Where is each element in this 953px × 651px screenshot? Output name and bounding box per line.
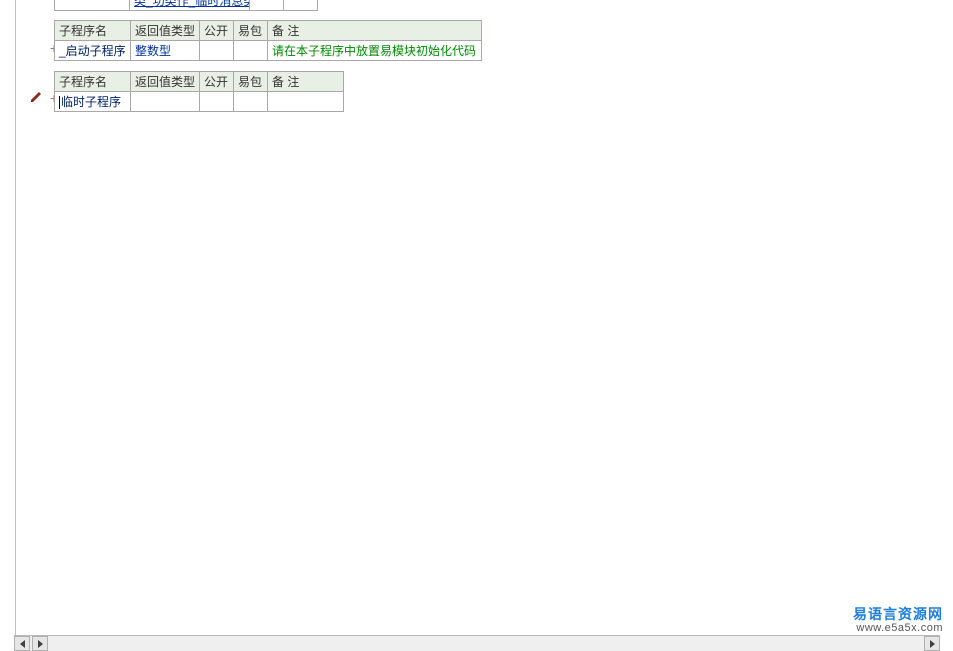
partial-top-row: 类_功类作_临时消息类 [54,0,939,10]
col-header-remark: 备 注 [268,21,482,41]
chevron-right-icon [930,640,935,648]
table-header-row: 子程序名 返回值类型 公开 易包 备 注 [55,21,482,41]
cell-proc-rettype[interactable]: 整数型 [131,41,200,61]
col-header-name: 子程序名 [55,72,131,92]
table-header-row: 子程序名 返回值类型 公开 易包 备 注 [55,72,344,92]
cell-proc-public[interactable] [200,41,234,61]
edit-pencil-icon [29,90,43,104]
cell-proc-remark: 请在本子程序中放置易模块初始化代码 [268,41,482,61]
subproc-table: 子程序名 返回值类型 公开 易包 备 注 _启动子程序 整数型 请在本子程序中放… [54,20,482,61]
col-header-rettype: 返回值类型 [131,21,200,41]
col-header-public: 公开 [200,21,234,41]
scroll-left-button[interactable] [14,636,30,651]
col-header-remark: 备 注 [268,72,344,92]
chevron-right-icon [38,640,43,648]
cell-proc-name-editing[interactable]: 临时子程序 [55,92,131,112]
cell-proc-easy[interactable] [234,41,268,61]
table-row[interactable]: 临时子程序 [55,92,344,112]
chevron-left-icon [20,640,25,648]
watermark-title: 易语言资源网 [853,607,943,621]
partial-cell [284,0,318,11]
partial-cell [250,0,284,11]
watermark-url: www.e5a5x.com [853,621,943,635]
code-content: 类_功类作_临时消息类 子程序名 返回值类型 公开 易包 备 注 _启动子程序 … [54,0,939,636]
partial-cell [54,0,130,11]
cell-proc-rettype[interactable] [131,92,200,112]
cell-proc-public[interactable] [200,92,234,112]
horizontal-scrollbar[interactable] [14,635,940,651]
partial-cell-link[interactable]: 类_功类作_临时消息类 [130,0,250,11]
col-header-easy: 易包 [234,21,268,41]
table-row[interactable]: _启动子程序 整数型 请在本子程序中放置易模块初始化代码 [55,41,482,61]
cell-proc-name[interactable]: _启动子程序 [55,41,131,61]
cell-proc-easy[interactable] [234,92,268,112]
type-link[interactable]: 类_功类作_临时消息类 [134,0,250,8]
cell-proc-remark [268,92,344,112]
text-caret-icon [59,96,60,109]
col-header-rettype: 返回值类型 [131,72,200,92]
col-header-easy: 易包 [234,72,268,92]
scroll-right-button[interactable] [32,636,48,651]
col-header-name: 子程序名 [55,21,131,41]
fold-rail [0,0,16,636]
watermark: 易语言资源网 www.e5a5x.com [853,607,943,635]
subproc-table: 子程序名 返回值类型 公开 易包 备 注 临时子程序 [54,71,344,112]
code-editor-root: + + 类_功类作_临时消息类 子程序名 返回值类型 公开 易包 [0,0,953,651]
gutter: + + [16,0,50,636]
col-header-public: 公开 [200,72,234,92]
scroll-far-right-button[interactable] [924,636,940,651]
cell-proc-name-text: 临时子程序 [61,95,121,109]
